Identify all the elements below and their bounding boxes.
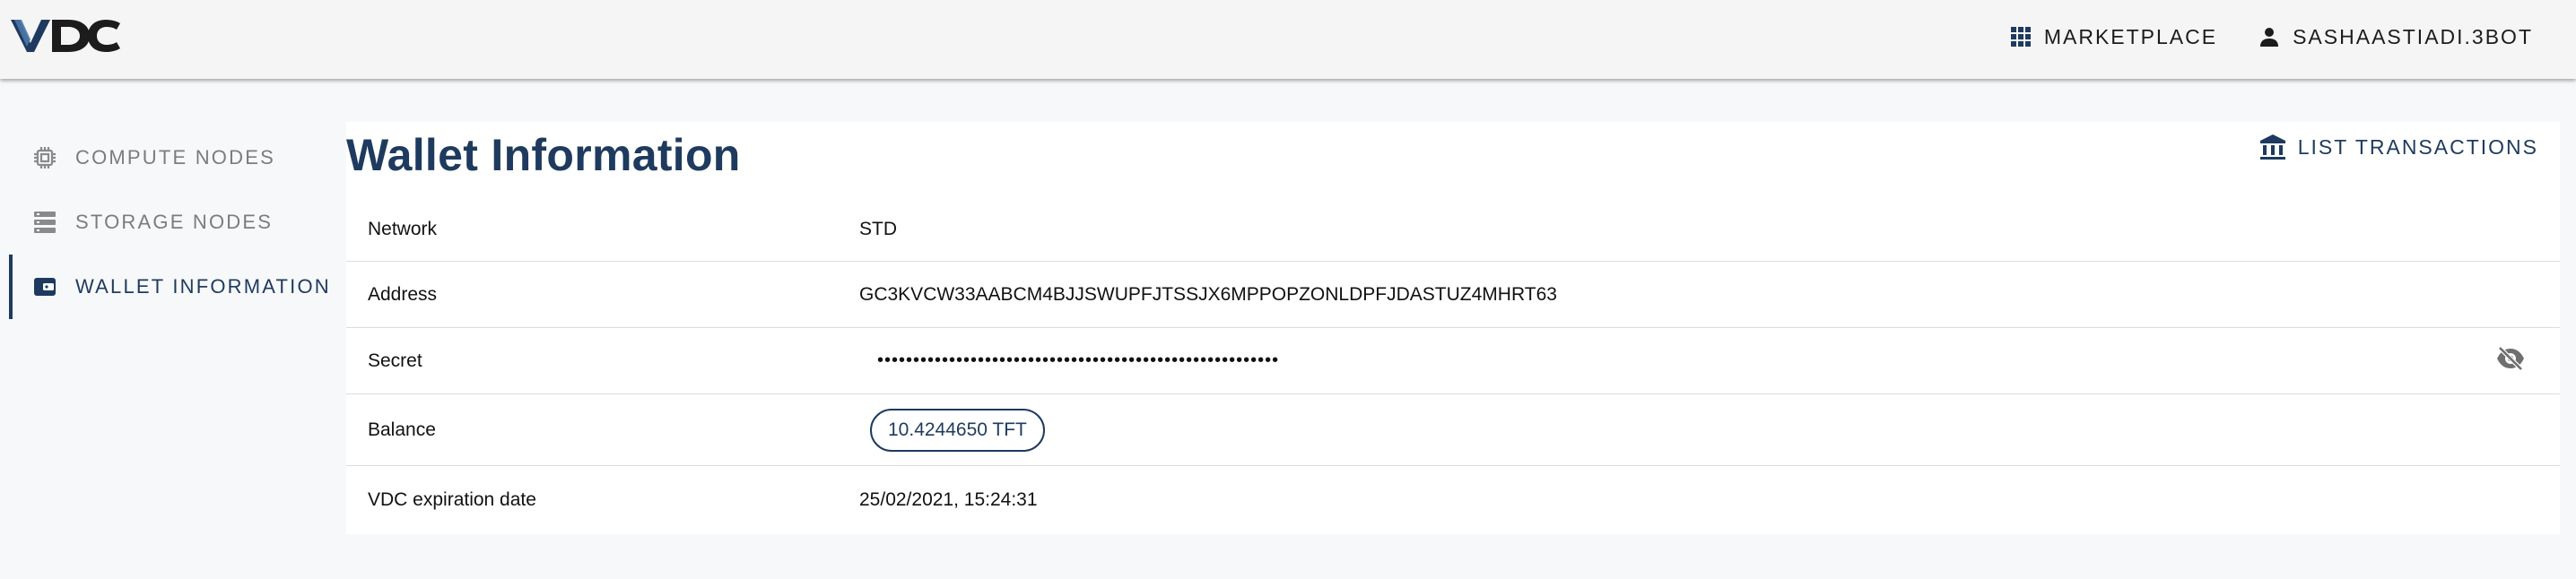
- address-value: GC3KVCW33AABCM4BJJSWUPFJTSSJX6MPPOPZONLD…: [859, 283, 1557, 305]
- table-row-balance: Balance 10.4244650 TFT: [346, 394, 2560, 466]
- top-app-bar: MARKETPLACE SASHAASTIADI.3BOT: [0, 0, 2576, 79]
- list-transactions-label: LIST TRANSACTIONS: [2297, 134, 2538, 159]
- balance-cell: 10.4244650 TFT: [859, 408, 2560, 452]
- bank-icon: [2259, 134, 2285, 160]
- sidebar-item-wallet-information[interactable]: WALLET INFORMATION: [0, 255, 332, 319]
- sidebar-item-label: COMPUTE NODES: [75, 146, 275, 169]
- sidebar-item-label: WALLET INFORMATION: [75, 275, 331, 298]
- sidebar-item-storage-nodes[interactable]: STORAGE NODES: [0, 190, 332, 255]
- balance-chip: 10.4244650 TFT: [870, 408, 1045, 452]
- list-transactions-button[interactable]: LIST TRANSACTIONS: [2258, 133, 2538, 161]
- username-label: SASHAASTIADI.3BOT: [2293, 24, 2533, 48]
- row-key: Balance: [368, 419, 436, 440]
- chip-icon: [34, 147, 56, 169]
- vdc-logo[interactable]: [9, 16, 122, 54]
- row-key: Network: [368, 218, 438, 239]
- wallet-icon: [34, 278, 56, 296]
- sidebar-nav: COMPUTE NODES STORAGE NODES WALLET INFOR…: [0, 125, 332, 319]
- marketplace-button[interactable]: MARKETPLACE: [2010, 25, 2217, 49]
- storage-icon: [34, 212, 56, 233]
- person-icon: [2260, 28, 2279, 47]
- row-key: Address: [368, 283, 438, 305]
- marketplace-label: MARKETPLACE: [2043, 24, 2218, 48]
- wallet-info-card: Wallet Information LIST TRANSACTIONS Net…: [346, 122, 2560, 534]
- row-key: Secret: [368, 350, 422, 371]
- row-key: VDC expiration date: [368, 489, 536, 510]
- secret-masked-value: ••••••••••••••••••••••••••••••••••••••••…: [877, 350, 1280, 370]
- table-row-secret: Secret •••••••••••••••••••••••••••••••••…: [346, 328, 2560, 394]
- eye-off-icon: [2497, 345, 2524, 371]
- sidebar-item-label: STORAGE NODES: [75, 211, 274, 233]
- table-row-network: Network STD: [346, 197, 2560, 262]
- table-row-address: Address GC3KVCW33AABCM4BJJSWUPFJTSSJX6MP…: [346, 262, 2560, 328]
- table-row-expiration: VDC expiration date 25/02/2021, 15:24:31: [346, 466, 2560, 534]
- vdc-logo-mark: [11, 20, 120, 52]
- sidebar-item-compute-nodes[interactable]: COMPUTE NODES: [0, 125, 332, 190]
- expiration-value: 25/02/2021, 15:24:31: [859, 489, 1038, 510]
- page-title: Wallet Information: [346, 130, 741, 180]
- toggle-secret-visibility-button[interactable]: [2495, 345, 2526, 377]
- network-value: STD: [859, 218, 897, 239]
- wallet-info-table: Network STD Address GC3KVCW33AABCM4BJJSW…: [346, 197, 2560, 534]
- apps-grid-icon: [2010, 27, 2031, 47]
- user-account-button[interactable]: SASHAASTIADI.3BOT: [2258, 25, 2533, 49]
